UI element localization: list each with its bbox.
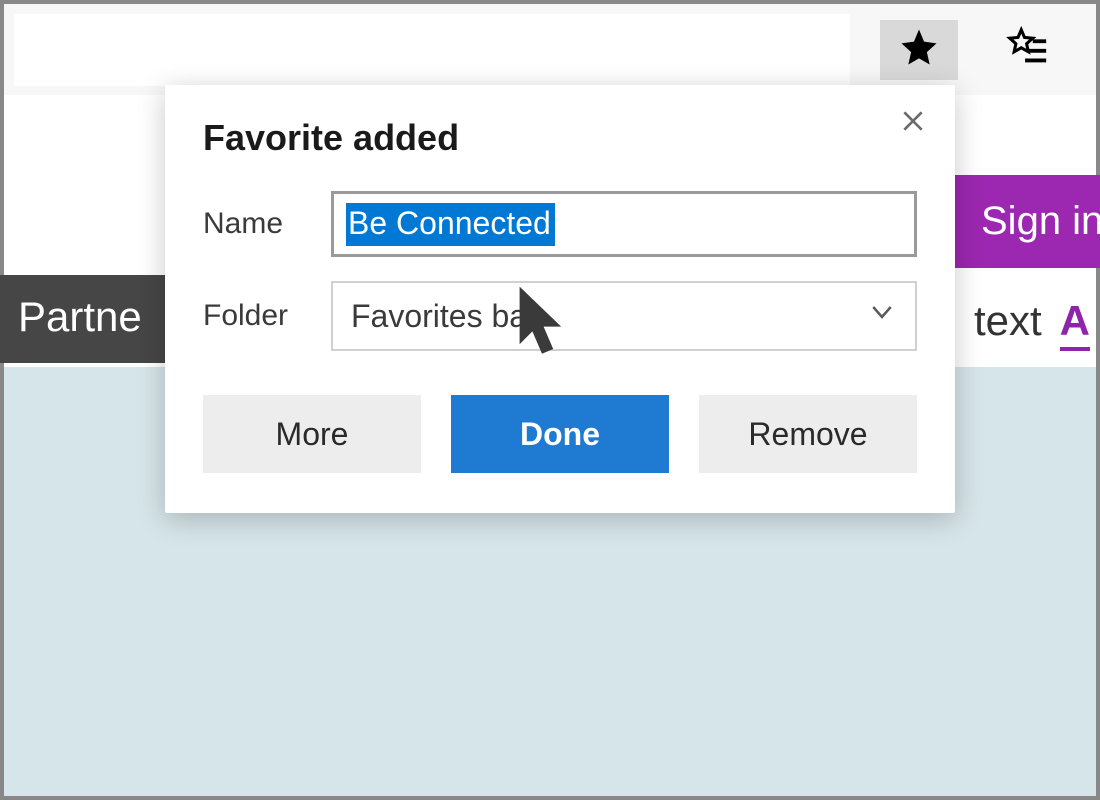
text-size-area: text A	[974, 297, 1096, 351]
popup-button-row: More Done Remove	[203, 395, 917, 473]
sign-in-button[interactable]: Sign in	[953, 175, 1100, 268]
name-input[interactable]: Be Connected	[331, 191, 917, 257]
folder-row: Folder Favorites bar	[203, 281, 917, 351]
address-bar[interactable]	[14, 14, 850, 86]
favorites-list-button[interactable]	[988, 20, 1066, 80]
star-list-icon	[1004, 24, 1050, 75]
folder-select-value: Favorites bar	[351, 298, 538, 335]
partner-tab[interactable]: Partne	[0, 275, 168, 363]
more-button[interactable]: More	[203, 395, 421, 473]
close-button[interactable]	[893, 103, 933, 143]
name-label: Name	[203, 207, 331, 241]
done-button[interactable]: Done	[451, 395, 669, 473]
favorite-added-popup: Favorite added Name Be Connected Folder …	[165, 85, 955, 513]
text-label: text	[974, 297, 1042, 345]
browser-toolbar	[0, 0, 1100, 95]
folder-label: Folder	[203, 299, 331, 333]
favorite-star-button[interactable]	[880, 20, 958, 80]
name-row: Name Be Connected	[203, 191, 917, 257]
name-input-selected-text: Be Connected	[346, 203, 555, 246]
star-filled-icon	[898, 26, 940, 73]
text-size-link[interactable]: A	[1060, 297, 1090, 351]
folder-select[interactable]: Favorites bar	[331, 281, 917, 351]
popup-title: Favorite added	[203, 117, 917, 159]
chevron-down-icon	[867, 297, 897, 335]
remove-button[interactable]: Remove	[699, 395, 917, 473]
close-icon	[900, 108, 926, 139]
